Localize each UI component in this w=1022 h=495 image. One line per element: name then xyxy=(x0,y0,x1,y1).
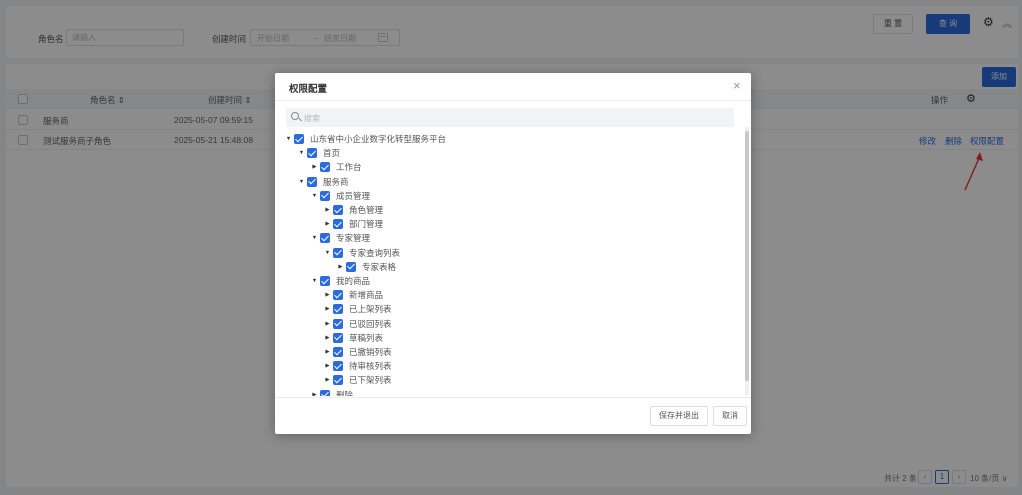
search-placeholder: 搜索 xyxy=(304,114,320,123)
tree-node-checkbox[interactable] xyxy=(320,162,330,173)
caret-right-icon[interactable]: ▶ xyxy=(324,335,331,341)
tree-node[interactable]: ▶ 角色管理 xyxy=(324,203,383,217)
dialog-title: 权限配置 xyxy=(289,84,328,95)
permission-config-dialog: 权限配置 × 搜索 ▼ 山东省中小企业数字化转型服务平台 ▼ 首页 ▶ 工作台 ▼ 服务商 ▼ 成… xyxy=(275,73,751,434)
tree-node-checkbox[interactable] xyxy=(333,247,343,258)
tree-node-label: 已上架列表 xyxy=(349,304,392,315)
tree-node[interactable]: ▶ 已驳回列表 xyxy=(324,317,392,331)
tree-node-checkbox[interactable] xyxy=(320,389,330,396)
tree-node-label: 专家管理 xyxy=(336,233,371,244)
tree-node-checkbox[interactable] xyxy=(307,148,317,159)
caret-right-icon[interactable]: ▶ xyxy=(324,306,331,312)
caret-down-icon[interactable]: ▼ xyxy=(311,193,318,199)
tree-node-checkbox[interactable] xyxy=(320,190,330,201)
caret-right-icon[interactable]: ▶ xyxy=(324,349,331,355)
caret-right-icon[interactable]: ▶ xyxy=(324,363,331,369)
dialog-footer: 保存并退出 取消 xyxy=(275,397,751,434)
caret-down-icon[interactable]: ▼ xyxy=(285,136,292,142)
caret-down-icon[interactable]: ▼ xyxy=(298,179,305,185)
tree-node-checkbox[interactable] xyxy=(320,276,330,286)
tree-node[interactable]: ▼ 专家查询列表 xyxy=(324,246,400,260)
caret-right-icon[interactable]: ▶ xyxy=(324,221,331,227)
tree-node-checkbox[interactable] xyxy=(333,290,343,301)
tree-node-label: 我的商品 xyxy=(336,276,371,286)
tree-node[interactable]: ▶ 专家表格 xyxy=(337,260,396,274)
tree-search-input[interactable]: 搜索 xyxy=(286,108,734,127)
caret-right-icon[interactable]: ▶ xyxy=(324,292,331,298)
tree-node-label: 专家表格 xyxy=(362,261,397,272)
cancel-button[interactable]: 取消 xyxy=(713,406,747,426)
tree-node[interactable]: ▼ 服务商 xyxy=(298,175,349,189)
tree-node-label: 成员管理 xyxy=(336,190,371,201)
tree-node-label: 专家查询列表 xyxy=(349,247,401,258)
tree-node[interactable]: ▶ 草稿列表 xyxy=(324,331,383,345)
tree-node-checkbox[interactable] xyxy=(333,375,343,386)
tree-node-checkbox[interactable] xyxy=(346,261,356,272)
tree-node[interactable]: ▼ 专家管理 xyxy=(311,231,370,245)
tree-node-label: 已驳回列表 xyxy=(349,318,392,329)
tree-node-checkbox[interactable] xyxy=(320,233,330,244)
caret-down-icon[interactable]: ▼ xyxy=(311,278,318,284)
tree-node-label: 部门管理 xyxy=(349,219,384,230)
tree-node-label: 服务商 xyxy=(323,176,349,187)
save-and-exit-button[interactable]: 保存并退出 xyxy=(650,406,708,426)
tree-node-label: 删除 xyxy=(336,389,354,396)
caret-down-icon[interactable]: ▼ xyxy=(324,250,331,256)
tree-node[interactable]: ▼ 首页 xyxy=(298,146,340,160)
tree-node-checkbox[interactable] xyxy=(333,347,343,357)
scrollbar-thumb[interactable] xyxy=(745,131,749,381)
tree-node[interactable]: ▶ 已下架列表 xyxy=(324,373,392,387)
tree-node-label: 已撤销列表 xyxy=(349,347,392,357)
tree-node-checkbox[interactable] xyxy=(333,304,343,315)
tree-node[interactable]: ▶ 待审核列表 xyxy=(324,359,392,373)
tree-node-label: 草稿列表 xyxy=(349,332,384,343)
permission-tree: ▼ 山东省中小企业数字化转型服务平台 ▼ 首页 ▶ 工作台 ▼ 服务商 ▼ 成员管理 ▶ 角色管理 ▶ 部… xyxy=(275,128,745,396)
tree-node-label: 山东省中小企业数字化转型服务平台 xyxy=(310,134,447,144)
tree-node[interactable]: ▼ 山东省中小企业数字化转型服务平台 xyxy=(285,132,446,146)
tree-node-label: 待审核列表 xyxy=(349,361,392,372)
tree-node-label: 工作台 xyxy=(336,162,362,173)
tree-node[interactable]: ▶ 删除 xyxy=(311,388,353,396)
dialog-header: 权限配置 × xyxy=(275,73,751,101)
tree-node-checkbox[interactable] xyxy=(307,176,317,187)
caret-down-icon[interactable]: ▼ xyxy=(311,235,318,241)
tree-node-checkbox[interactable] xyxy=(333,205,343,215)
tree-node[interactable]: ▶ 部门管理 xyxy=(324,217,383,231)
search-icon xyxy=(291,112,299,120)
tree-node-checkbox[interactable] xyxy=(333,332,343,343)
caret-right-icon[interactable]: ▶ xyxy=(324,377,331,383)
close-icon[interactable]: × xyxy=(733,78,741,93)
tree-node-label: 首页 xyxy=(323,148,341,159)
tree-node-label: 新增商品 xyxy=(349,290,384,301)
tree-node[interactable]: ▶ 已上架列表 xyxy=(324,302,392,316)
tree-node-checkbox[interactable] xyxy=(333,318,343,329)
tree-node-checkbox[interactable] xyxy=(333,361,343,372)
tree-node[interactable]: ▶ 新增商品 xyxy=(324,288,383,302)
tree-scrollbar[interactable] xyxy=(745,127,749,395)
caret-right-icon[interactable]: ▶ xyxy=(311,392,318,396)
caret-right-icon[interactable]: ▶ xyxy=(337,264,344,270)
caret-right-icon[interactable]: ▶ xyxy=(324,321,331,327)
tree-node[interactable]: ▼ 我的商品 xyxy=(311,274,370,288)
tree-node-checkbox[interactable] xyxy=(333,219,343,230)
caret-right-icon[interactable]: ▶ xyxy=(324,207,331,213)
tree-node[interactable]: ▶ 已撤销列表 xyxy=(324,345,392,359)
caret-right-icon[interactable]: ▶ xyxy=(311,164,318,170)
tree-node-checkbox[interactable] xyxy=(294,134,304,144)
tree-node-label: 角色管理 xyxy=(349,205,384,215)
tree-node[interactable]: ▶ 工作台 xyxy=(311,160,362,174)
tree-node-label: 已下架列表 xyxy=(349,375,392,386)
tree-node[interactable]: ▼ 成员管理 xyxy=(311,189,370,203)
caret-down-icon[interactable]: ▼ xyxy=(298,150,305,156)
